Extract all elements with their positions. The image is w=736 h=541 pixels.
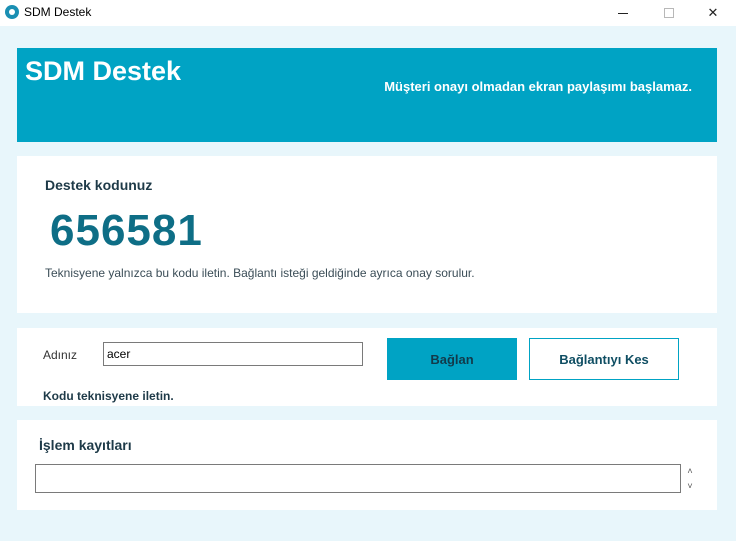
scroll-down-icon[interactable]: ˅ <box>683 479 697 493</box>
support-code-heading: Destek kodunuz <box>45 177 153 193</box>
scroll-up-icon[interactable]: ˄ <box>683 464 697 478</box>
app-title: SDM Destek <box>25 56 182 86</box>
consent-notice: Müşteri onayı olmadan ekran paylaşımı ba… <box>384 79 692 94</box>
name-label: Adınız <box>43 348 78 362</box>
log-textbox[interactable] <box>35 464 681 493</box>
maximize-button[interactable] <box>646 0 692 26</box>
connection-panel: Adınız Bağlan Bağlantıyı Kes Kodu teknis… <box>17 328 717 406</box>
support-code-panel: Destek kodunuz 656581 Teknisyene yalnızc… <box>17 156 717 313</box>
name-input[interactable] <box>103 342 363 366</box>
maximize-icon <box>664 8 674 18</box>
minimize-icon <box>618 12 628 14</box>
app-icon <box>5 5 19 19</box>
close-icon: ✕ <box>707 5 719 20</box>
window-title: SDM Destek <box>24 5 92 19</box>
disconnect-button[interactable]: Bağlantıyı Kes <box>529 338 679 380</box>
status-text: Kodu teknisyene iletin. <box>43 389 174 403</box>
log-heading: İşlem kayıtları <box>39 437 132 453</box>
close-button[interactable]: ✕ <box>690 0 736 26</box>
support-code-value: 656581 <box>50 206 203 255</box>
minimize-button[interactable] <box>600 0 646 26</box>
connect-button[interactable]: Bağlan <box>387 338 517 380</box>
title-bar: SDM Destek ✕ <box>0 0 736 26</box>
header-banner: SDM Destek Müşteri onayı olmadan ekran p… <box>17 48 717 142</box>
log-panel: İşlem kayıtları ˄ ˅ <box>17 420 717 510</box>
support-code-hint: Teknisyene yalnızca bu kodu iletin. Bağl… <box>45 266 475 280</box>
